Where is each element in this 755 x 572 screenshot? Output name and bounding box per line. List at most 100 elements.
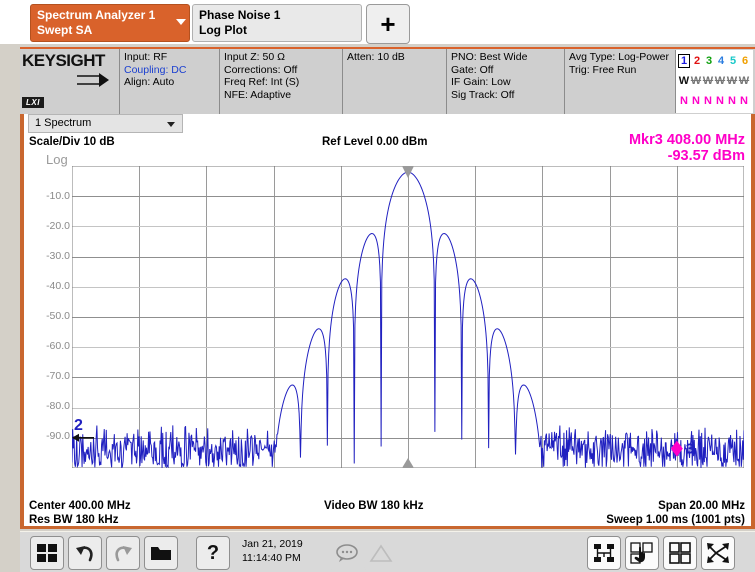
trace-number-row: 1 2 3 4 5 6 [678,51,753,71]
add-measurement-button[interactable]: + [366,4,410,44]
y-tick--80: -80.0 [46,400,70,412]
settings-status-bar: KEYSIGHT LXI Input: RF Coupling: DC Alig… [20,47,755,114]
help-button[interactable]: ? [196,536,230,570]
y-axis-scale-type-label: Log [46,152,68,167]
network-nodes-icon [594,544,614,562]
status-input-rf: Input: RF [124,51,168,63]
y-tick--90: -90.0 [46,430,70,442]
tab-spectrum-analyzer-1[interactable]: Spectrum Analyzer 1 Swept SA [30,4,190,42]
bottom-toolbar: ? Jan 21, 2019 11:14:40 PM [20,531,755,572]
trace-mode-row: N N N N N N [678,91,753,111]
fullscreen-button[interactable] [701,536,735,570]
status-column-atten[interactable]: Atten: 10 dB [342,49,446,114]
expand-arrows-icon [707,543,729,563]
signal-path-icon [77,73,109,87]
status-corrections: Corrections: Off [224,63,298,76]
status-trigger: Trig: Free Run [569,63,637,76]
redo-button[interactable] [106,536,140,570]
trace-detector-2: W [690,75,702,87]
trace-number-4[interactable]: 4 [715,55,727,67]
alerts-button[interactable] [364,536,398,570]
trace-number-6[interactable]: 6 [739,55,751,67]
plot-grid-and-trace[interactable]: 23 [72,166,744,468]
file-open-button[interactable] [144,536,178,570]
tile-layout-button[interactable] [663,536,697,570]
question-mark-icon: ? [206,541,220,564]
span-annotation[interactable]: Span 20.00 MHz [658,500,745,512]
y-axis-labels: -10.0 -20.0 -30.0 -40.0 -50.0 -60.0 -70.… [24,166,72,496]
status-atten: Atten: 10 dB [347,51,405,63]
windows-start-button[interactable] [30,536,64,570]
tab-title-primary: Phase Noise 1 [199,8,281,22]
trace-indicator-block[interactable]: 1 2 3 4 5 6 W W W W W W N N N N N N [675,50,753,113]
status-input-z: Input Z: 50 Ω [224,51,285,63]
datetime-display: Jan 21, 2019 11:14:40 PM [242,537,330,567]
y-tick--10: -10.0 [46,190,70,202]
y-tick--50: -50.0 [46,310,70,322]
time-label: 11:14:40 PM [242,552,301,564]
measurement-window: 1 Spectrum Scale/Div 10 dB Ref Level 0.0… [20,114,755,529]
undo-arrow-icon [76,546,93,562]
four-pane-icon [669,542,691,564]
keysight-logo: KEYSIGHT [22,51,105,70]
tab-title-primary: Spectrum Analyzer 1 [37,8,156,22]
status-column-pno[interactable]: PNO: Best Wide Gate: Off IF Gain: Low Si… [446,49,564,114]
trace-detector-1: W [678,75,690,87]
trace-number-1[interactable]: 1 [678,54,690,68]
y-tick--40: -40.0 [46,280,70,292]
res-bw-annotation[interactable]: Res BW 180 kHz [29,514,118,526]
spectrum-plot[interactable]: -10.0 -20.0 -30.0 -40.0 -50.0 -60.0 -70.… [24,166,751,496]
status-gate: Gate: Off [451,63,494,76]
trace-detector-4: W [714,75,726,87]
hand-touch-icon [630,542,653,564]
trace-mode-1: N [680,95,688,107]
tab-phase-noise-1[interactable]: Phase Noise 1 Log Plot [192,4,362,42]
undo-button[interactable] [68,536,102,570]
sweep-annotation[interactable]: Sweep 1.00 ms (1001 pts) [606,514,745,526]
status-column-average[interactable]: Avg Type: Log-Power Trig: Free Run [564,49,675,114]
marker-readout-title: Mkr3 408.00 MHz [628,132,745,148]
status-nfe: NFE: Adaptive [224,88,292,101]
view-selector-dropdown[interactable]: 1 Spectrum [28,114,183,133]
trace-mode-3: N [704,95,712,107]
video-bw-annotation[interactable]: Video BW 180 kHz [324,500,424,512]
redo-arrow-icon [115,546,132,562]
chevron-down-icon[interactable] [176,19,186,25]
trace-detector-6: W [738,75,750,87]
keysight-brand-cell: KEYSIGHT LXI [20,49,119,114]
trace-number-2[interactable]: 2 [691,55,703,67]
reference-level-label: Ref Level 0.00 dBm [322,136,428,148]
trace-detector-3: W [702,75,714,87]
status-avg-type: Avg Type: Log-Power [569,51,670,63]
spectrum-analyzer-app: Spectrum Analyzer 1 Swept SA Phase Noise… [0,0,755,572]
status-column-input[interactable]: Input: RF Coupling: DC Align: Auto [119,49,219,114]
trace-number-3[interactable]: 3 [703,55,715,67]
trace-detector-row: W W W W W W [678,71,753,91]
marker-readout-value: -93.57 dBm [667,148,745,164]
trace-detector-5: W [726,75,738,87]
status-if-gain: IF Gain: Low [451,76,511,88]
trace-mode-5: N [728,95,736,107]
messages-button[interactable] [330,536,364,570]
chevron-down-icon[interactable] [167,122,175,127]
center-frequency-annotation[interactable]: Center 400.00 MHz [29,500,131,512]
triangle-icon [369,544,393,562]
folder-icon [151,547,171,560]
windows-icon [37,544,57,562]
status-sig-track: Sig Track: Off [451,88,515,101]
trace-mode-4: N [716,95,724,107]
y-tick--30: -30.0 [46,250,70,262]
scale-per-division-label: Scale/Div 10 dB [29,136,115,148]
view-selector-label: 1 Spectrum [35,117,92,129]
trace-number-5[interactable]: 5 [727,55,739,67]
svg-text:3: 3 [686,441,694,458]
status-pno: PNO: Best Wide [451,51,528,63]
measurement-tab-bar: Spectrum Analyzer 1 Swept SA Phase Noise… [0,0,755,44]
touch-mode-button[interactable] [625,536,659,570]
speech-bubble-icon [336,544,358,562]
svg-text:2: 2 [74,417,83,434]
status-column-impedance[interactable]: Input Z: 50 Ω Corrections: Off Freq Ref:… [219,49,342,114]
status-coupling: Coupling: DC [124,63,187,76]
network-settings-button[interactable] [587,536,621,570]
trace-mode-6: N [740,95,748,107]
